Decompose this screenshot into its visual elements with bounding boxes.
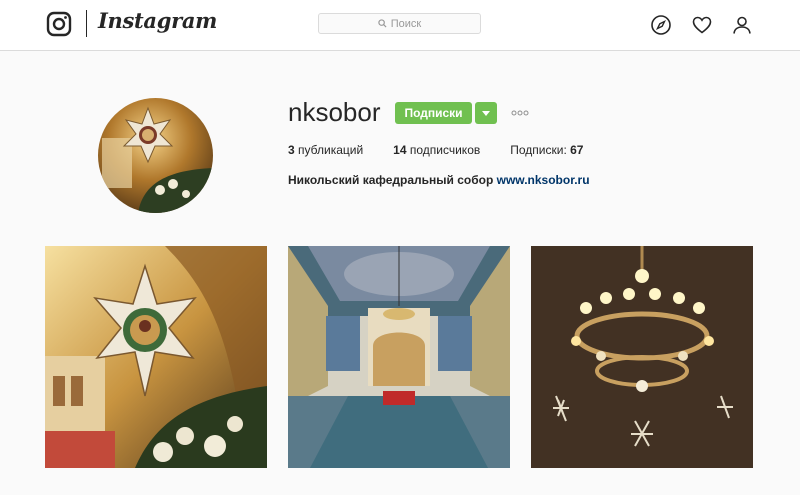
- post-image-cathedral-interior: [288, 246, 510, 468]
- top-navigation-bar: Instagram Поиск: [0, 0, 800, 51]
- posts-label: публикаций: [298, 143, 364, 157]
- post-image-chandelier: [531, 246, 753, 468]
- post-image-christmas-star: [45, 246, 267, 468]
- instagram-logo-icon[interactable]: [46, 11, 72, 37]
- instagram-wordmark[interactable]: Instagram: [98, 8, 217, 33]
- post-thumbnail-3[interactable]: [531, 246, 753, 468]
- profile-stats: 3 публикаций 14 подписчиков Подписки: 67: [288, 143, 583, 157]
- heart-icon[interactable]: [691, 14, 713, 36]
- post-thumbnail-2[interactable]: [288, 246, 510, 468]
- bio-full-name: Никольский кафедральный собор: [288, 173, 494, 187]
- posts-count: 3: [288, 143, 295, 157]
- explore-compass-icon[interactable]: [650, 14, 672, 36]
- followers-count: 14: [393, 143, 407, 157]
- logo-divider: [86, 10, 87, 37]
- profile-username: nksobor: [288, 97, 381, 127]
- profile-icon[interactable]: [731, 14, 753, 36]
- profile-bio: Никольский кафедральный собор www.nksobo…: [288, 173, 590, 187]
- following-stat[interactable]: Подписки: 67: [510, 143, 583, 157]
- following-count: 67: [570, 143, 584, 157]
- search-input[interactable]: Поиск: [318, 13, 481, 34]
- caret-down-icon: [482, 110, 490, 116]
- search-placeholder: Поиск: [390, 17, 422, 30]
- following-button[interactable]: Подписки: [395, 102, 472, 124]
- search-icon: [378, 19, 387, 28]
- suggestions-dropdown-button[interactable]: [475, 102, 497, 124]
- profile-avatar[interactable]: [98, 98, 213, 213]
- posts-stat: 3 публикаций: [288, 143, 363, 157]
- bio-website-link[interactable]: www.nksobor.ru: [497, 173, 590, 187]
- following-label: Подписки:: [510, 143, 567, 157]
- followers-label: подписчиков: [409, 143, 481, 157]
- more-options-icon[interactable]: [511, 109, 529, 117]
- post-thumbnail-1[interactable]: [45, 246, 267, 468]
- followers-stat[interactable]: 14 подписчиков: [393, 143, 480, 157]
